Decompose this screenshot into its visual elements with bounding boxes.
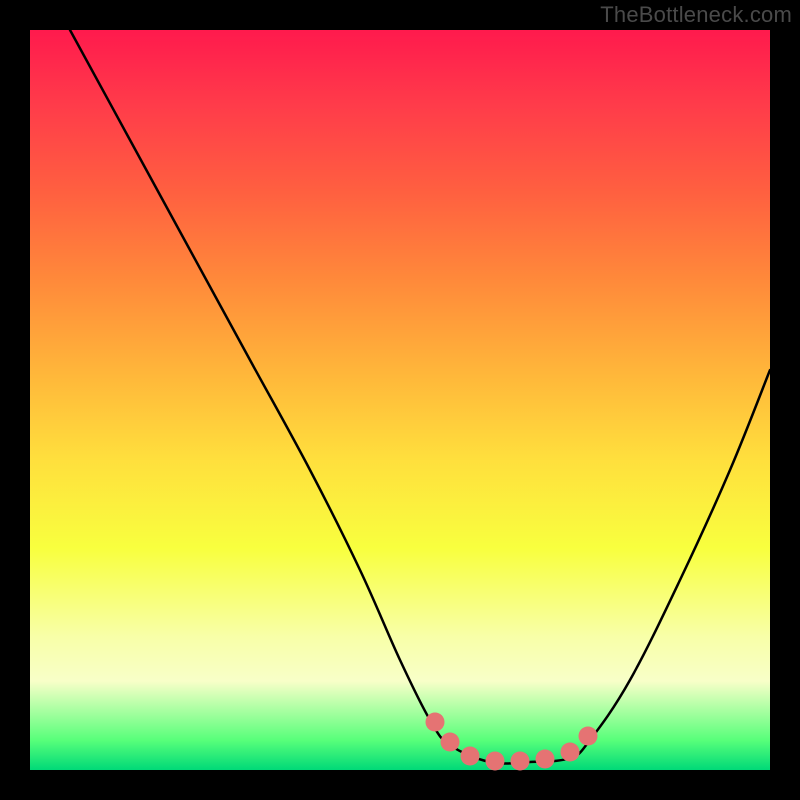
marker-dot <box>536 750 555 769</box>
marker-dot <box>461 747 480 766</box>
marker-dot <box>441 733 460 752</box>
chart-frame: TheBottleneck.com <box>0 0 800 800</box>
watermark-text: TheBottleneck.com <box>600 2 792 28</box>
bottleneck-curve <box>70 30 770 764</box>
curve-layer <box>30 30 770 770</box>
marker-dot <box>426 713 445 732</box>
highlight-markers <box>426 713 598 771</box>
marker-dot <box>561 743 580 762</box>
marker-dot <box>511 752 530 771</box>
marker-dot <box>579 727 598 746</box>
marker-dot <box>486 752 505 771</box>
